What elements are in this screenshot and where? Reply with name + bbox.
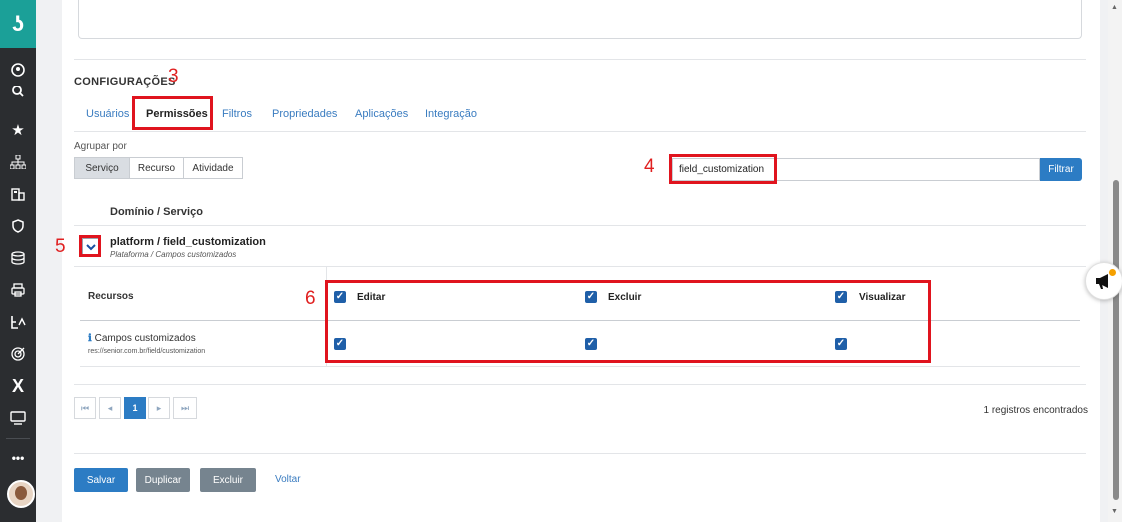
annotation-box-filter (669, 154, 777, 184)
service-row-title: platform / field_customization (110, 236, 266, 248)
resources-header: Recursos (88, 291, 134, 302)
annotation-3: 3 (168, 66, 179, 87)
scroll-down-icon[interactable]: ▼ (1111, 508, 1118, 515)
group-recurso[interactable]: Recurso (129, 157, 184, 179)
star-icon[interactable]: ★ (0, 118, 36, 142)
pager-first[interactable]: ⏮ (74, 397, 96, 419)
tab-aplicacoes[interactable]: Aplicações (355, 108, 408, 120)
annotation-4: 4 (644, 156, 655, 177)
tab-filtros[interactable]: Filtros (222, 108, 252, 120)
back-link[interactable]: Voltar (275, 474, 301, 485)
avatar[interactable] (7, 480, 35, 508)
user-icon[interactable] (0, 58, 36, 82)
tabs-divider (74, 131, 1086, 132)
tab-usuarios[interactable]: Usuários (86, 108, 129, 120)
monitor-icon[interactable] (0, 406, 36, 430)
filter-button[interactable]: Filtrar (1040, 158, 1082, 181)
annotation-6: 6 (305, 288, 316, 309)
divider (74, 59, 1086, 60)
header-divider (74, 225, 1086, 226)
delete-button[interactable]: Excluir (200, 468, 256, 492)
group-atividade[interactable]: Atividade (183, 157, 243, 179)
annotation-box-tab (132, 96, 213, 130)
group-by-label: Agrupar por (74, 141, 127, 152)
table-divider (74, 384, 1086, 385)
main-panel: CONFIGURAÇÕES 3 Usuários Permissões Filt… (55, 0, 1100, 522)
sidebar-divider (6, 438, 30, 439)
info-icon: ℹ (88, 333, 92, 344)
annotation-box-expand (79, 235, 101, 257)
tab-propriedades[interactable]: Propriedades (272, 108, 337, 120)
column-header-domain: Domínio / Serviço (110, 206, 203, 218)
service-row-subtitle: Plataforma / Campos customizados (110, 250, 237, 259)
target-icon[interactable] (0, 342, 36, 366)
resource-name-text: Campos customizados (94, 333, 196, 344)
close-x-icon[interactable]: X (0, 374, 36, 398)
save-button[interactable]: Salvar (74, 468, 128, 492)
annotation-box-permissions (325, 280, 931, 363)
pager-prev[interactable]: ◂ (99, 397, 121, 419)
actions-divider (74, 453, 1086, 454)
annotation-5: 5 (55, 236, 66, 257)
description-textarea[interactable] (78, 0, 1082, 39)
tab-integracao[interactable]: Integração (425, 108, 477, 120)
row-divider (74, 266, 1086, 267)
more-icon[interactable]: ••• (0, 446, 36, 470)
database-icon[interactable] (0, 246, 36, 270)
pager-last[interactable]: ⏭ (173, 397, 197, 419)
notification-dot (1109, 269, 1116, 276)
resources-bottom-divider (80, 366, 1080, 367)
resource-name: ℹ Campos customizados (88, 333, 196, 344)
printer-icon[interactable] (0, 278, 36, 302)
scrollbar-thumb[interactable] (1113, 180, 1119, 500)
pager-current[interactable]: 1 (124, 397, 146, 419)
megaphone-icon[interactable] (1085, 262, 1122, 300)
building-icon[interactable] (0, 182, 36, 206)
shield-icon[interactable] (0, 214, 36, 238)
user-tag-icon[interactable] (0, 310, 36, 334)
records-count: 1 registros encontrados (983, 405, 1088, 416)
search-icon[interactable] (0, 86, 36, 100)
sidebar: ʖ ★ X ••• (0, 0, 36, 522)
pager-next[interactable]: ▸ (148, 397, 170, 419)
duplicate-button[interactable]: Duplicar (136, 468, 190, 492)
resource-path: res://senior.com.br/field/customization (88, 348, 206, 355)
brand-logo[interactable]: ʖ (0, 0, 36, 48)
org-chart-icon[interactable] (0, 150, 36, 174)
group-servico[interactable]: Serviço (74, 157, 130, 179)
section-title: CONFIGURAÇÕES (74, 76, 176, 88)
scroll-up-icon[interactable]: ▲ (1111, 4, 1118, 11)
